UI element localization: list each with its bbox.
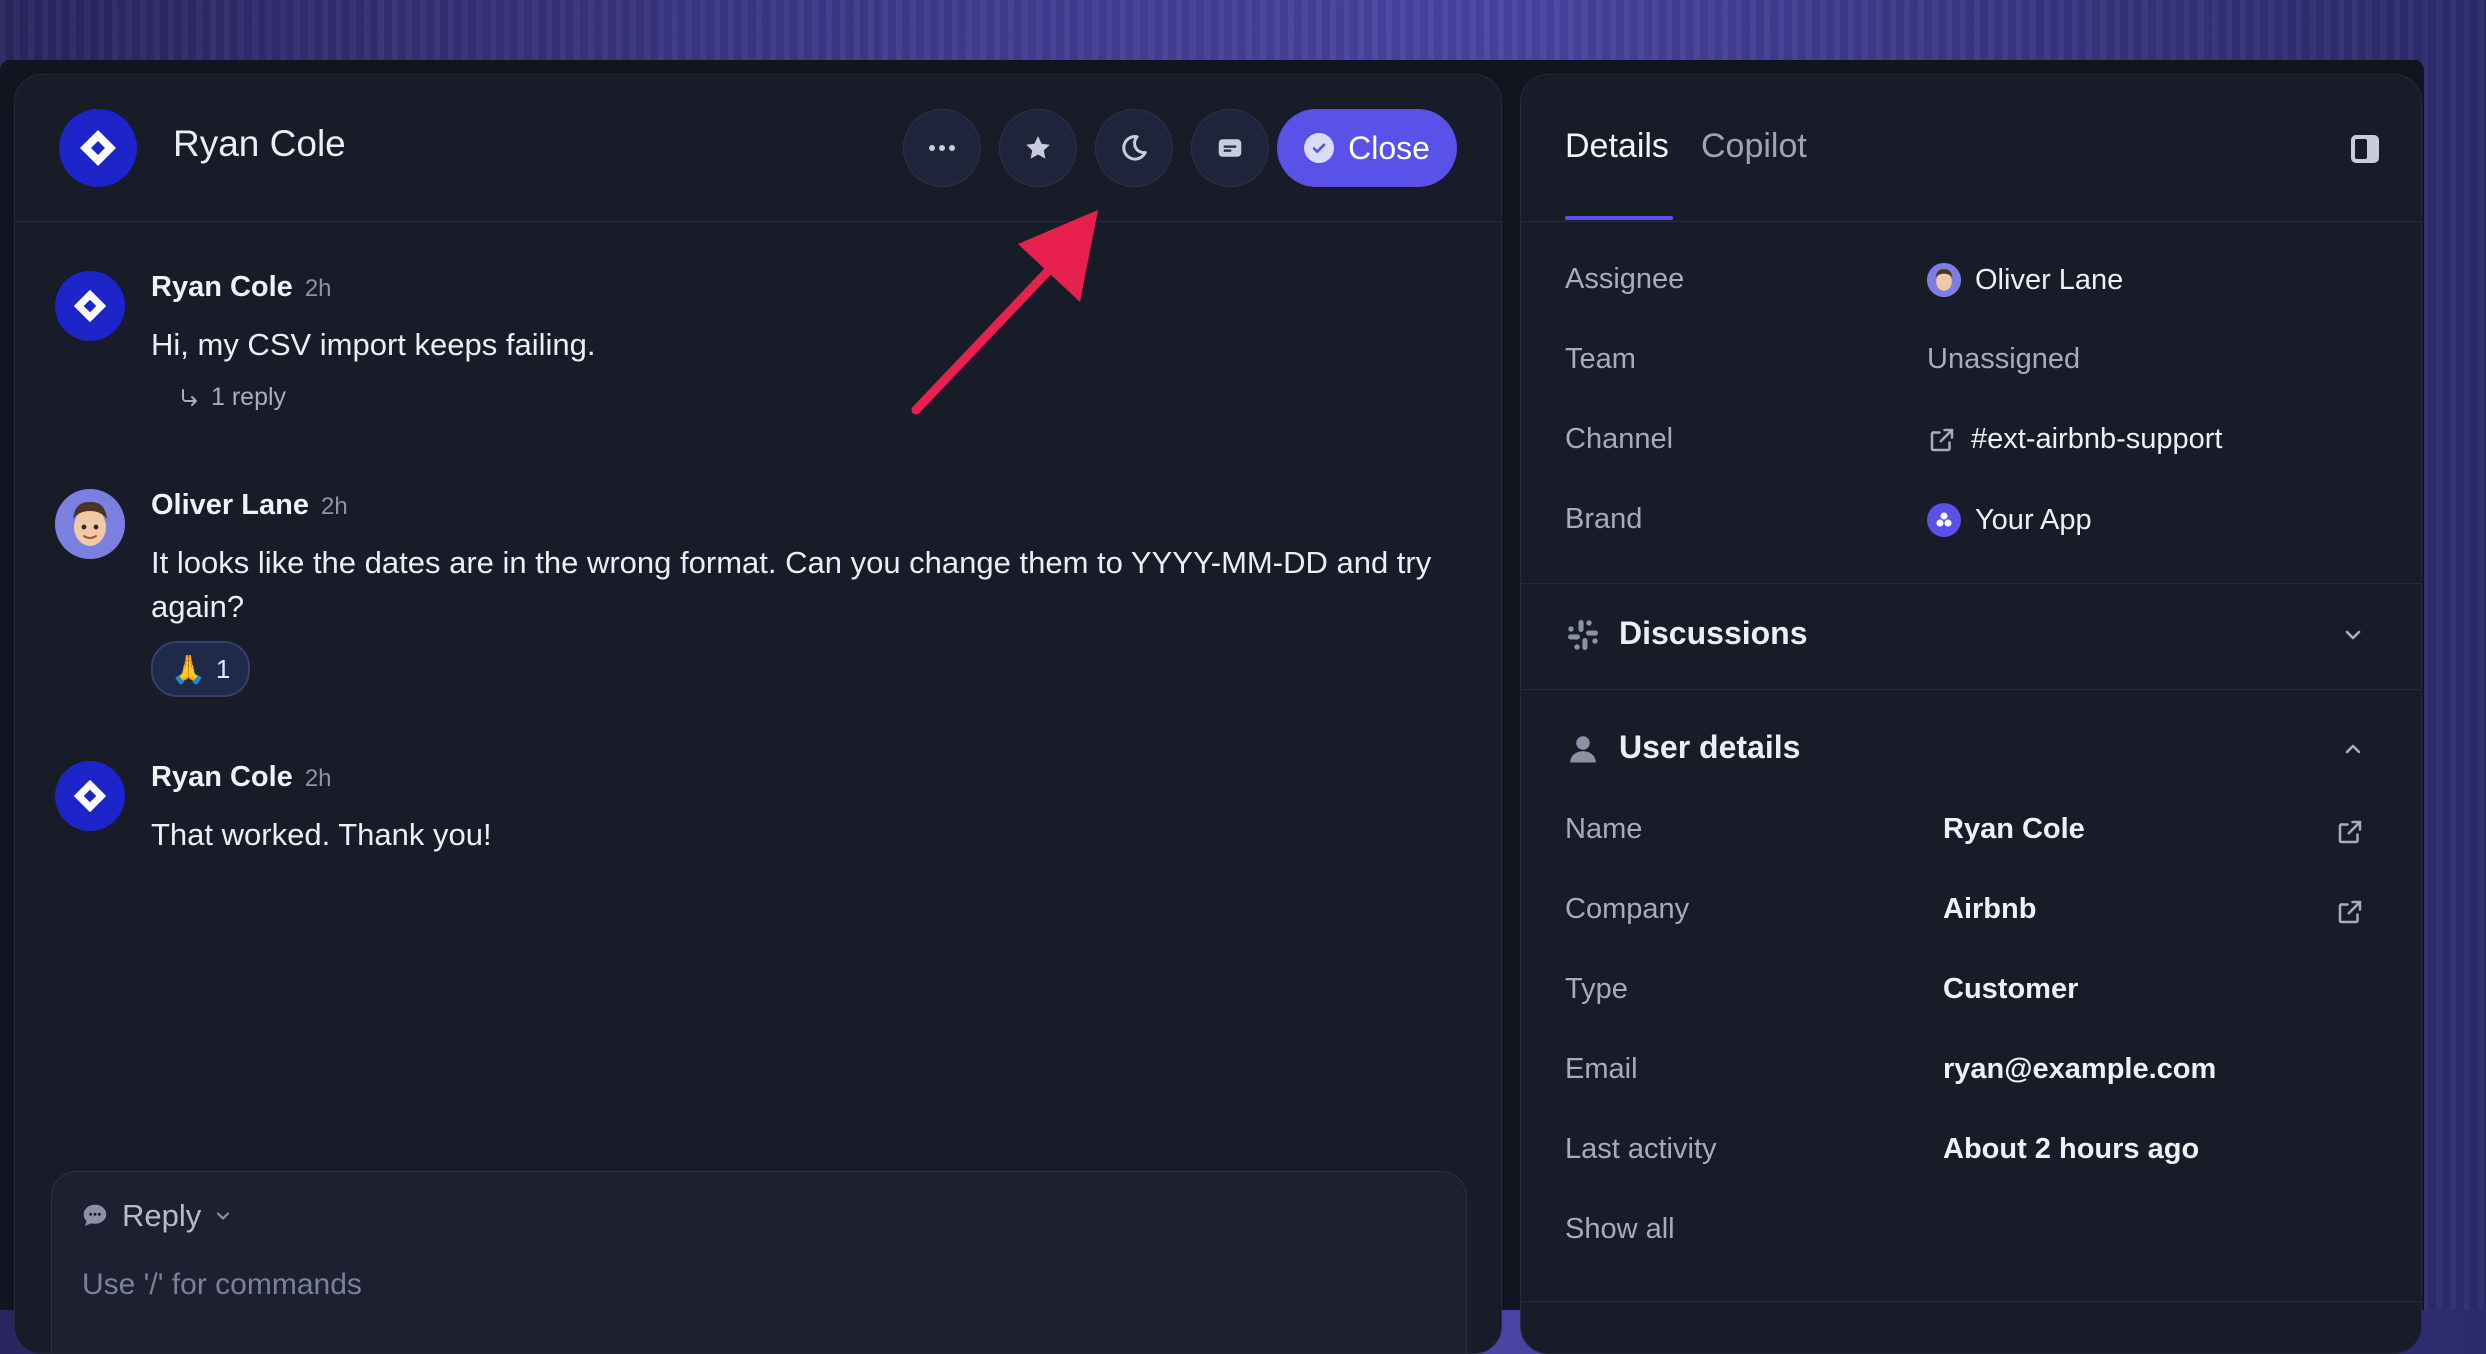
reaction-emoji: 🙏 [171,652,206,686]
field-label: Channel [1565,423,1674,455]
field-value: Customer [1943,973,2079,1005]
divider [1521,583,2421,584]
close-button-label: Close [1348,129,1430,166]
divider [1521,689,2421,690]
field-label: Brand [1565,503,1643,535]
star-button[interactable] [999,109,1077,187]
user-field-company: Company Airbnb [1565,885,2385,935]
composer-mode-dropdown[interactable]: Reply [80,1198,233,1234]
brand-logo-icon [73,289,107,323]
assignee-value[interactable]: Oliver Lane [1927,263,2123,297]
reply-count: 1 reply [211,383,287,411]
field-value: ryan@example.com [1943,1053,2217,1085]
annotation-arrow-icon [911,210,1098,415]
field-label: Team [1565,343,1636,375]
check-circle-icon [1304,133,1335,163]
customer-avatar [55,761,125,831]
message-item: Oliver Lane 2h It looks like the dates ar… [55,489,1471,709]
field-label: Company [1565,893,1690,925]
agent-avatar [55,489,125,559]
chevron-up-icon [2345,744,2361,754]
field-team: Team Unassigned [1565,335,2385,385]
memoji-avatar-icon [55,489,125,559]
field-channel: Channel #ext-airbnb-support [1565,415,2385,465]
close-conversation-button[interactable]: Close [1277,109,1457,187]
active-tab-indicator [1565,216,1673,220]
brand-avatar-icon [1927,503,1961,537]
field-assignee: Assignee Oliver Lane [1565,255,2385,305]
user-field-email: Email ryan@example.com [1565,1045,2385,1095]
tab-copilot[interactable]: Copilot [1701,127,1807,166]
field-label: Type [1565,973,1628,1005]
user-field-last-activity: Last activity About 2 hours ago [1565,1125,2385,1175]
reaction-chip[interactable]: 🙏 1 [151,641,251,697]
more-options-button[interactable] [903,109,981,187]
external-link-icon [1930,428,1954,451]
message-item: Ryan Cole 2h That worked. Thank you! [55,761,1471,881]
more-icon [929,145,955,151]
message-item: Ryan Cole 2h Hi, my CSV import keeps fail… [55,271,1471,411]
reply-input[interactable] [80,1260,1424,1310]
team-value[interactable]: Unassigned [1927,343,2080,376]
star-icon [1026,136,1050,159]
external-link-icon[interactable] [2335,817,2365,847]
divider [1521,1301,2421,1302]
reaction-count: 1 [215,653,231,684]
section-title: Discussions [1619,615,1808,651]
message-author: Ryan Cole 2h [151,271,332,303]
slack-icon [1568,620,1598,650]
discussions-section-header[interactable]: Discussions [1565,605,2385,665]
brand-value[interactable]: Your App [1927,503,2092,537]
reply-composer: Reply [51,1171,1467,1353]
conversation-panel: Ryan Cole Close Ryan Cole 2h Hi, my CSV … [14,74,1502,1354]
field-label: Assignee [1565,263,1685,295]
message-author: Oliver Lane 2h [151,489,348,521]
external-link-icon[interactable] [2335,897,2365,927]
details-panel: Details Copilot Assignee Oliver Lane Tea… [1520,74,2422,1354]
message-time: 2h [304,765,332,792]
message-body: Hi, my CSV import keeps failing. [151,327,596,362]
customer-avatar [55,271,125,341]
tab-details[interactable]: Details [1565,127,1669,166]
field-value: Airbnb [1943,893,2037,925]
chat-bubble-icon [83,1204,107,1226]
field-label: Email [1565,1053,1638,1085]
message-author: Ryan Cole 2h [151,761,332,793]
message-time: 2h [320,493,348,520]
user-field-type: Type Customer [1565,965,2385,1015]
message-body: It looks like the dates are in the wrong… [151,545,1432,624]
composer-mode-label: Reply [122,1198,202,1233]
brand-logo-icon [80,130,116,166]
user-icon [1570,736,1596,763]
brand-logo-icon [73,779,107,813]
chevron-down-icon [2345,630,2361,640]
reply-arrow-icon [182,388,197,406]
chevron-down-icon [217,1212,230,1220]
field-label: Name [1565,813,1643,845]
field-value: Ryan Cole [1943,813,2085,845]
section-title: User details [1619,729,1801,765]
message-time: 2h [304,275,332,302]
conversation-title: Ryan Cole [173,123,346,164]
show-all-link[interactable]: Show all [1565,1213,1675,1246]
user-field-name: Name Ryan Cole [1565,805,2385,855]
moon-icon [1122,135,1147,161]
customer-avatar [59,109,137,187]
snooze-button[interactable] [1095,109,1173,187]
ticket-icon [1218,139,1242,157]
user-details-section-header[interactable]: User details [1565,719,2385,779]
field-value: About 2 hours ago [1943,1133,2200,1165]
conversation-header: Ryan Cole Close [15,75,1501,222]
sidebar-toggle-icon[interactable] [2345,129,2385,169]
field-brand: Brand Your App [1565,495,2385,545]
message-body: That worked. Thank you! [151,817,492,852]
channel-value[interactable]: #ext-airbnb-support [1927,423,2222,456]
assignee-avatar [1927,263,1961,297]
ticket-button[interactable] [1191,109,1269,187]
thread-replies-link[interactable]: 1 reply [179,383,286,412]
details-tabs: Details Copilot [1521,75,2421,222]
field-label: Last activity [1565,1133,1717,1165]
